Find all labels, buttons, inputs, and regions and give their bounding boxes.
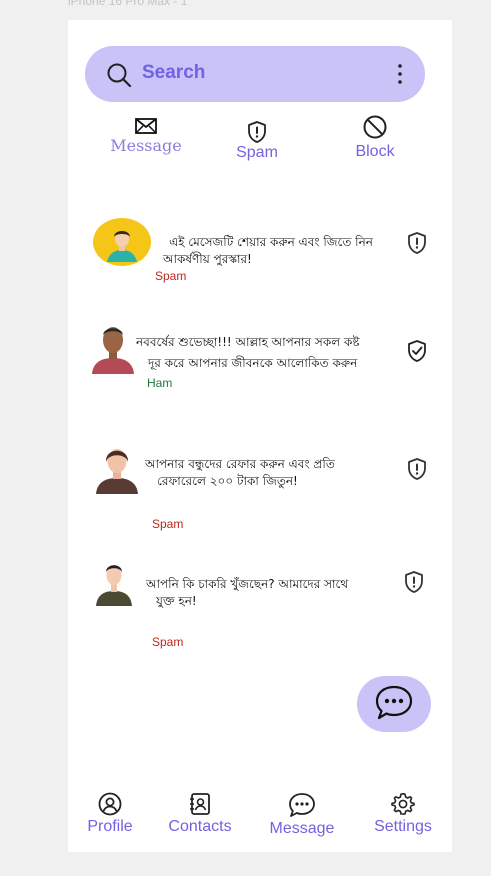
shield-alert-icon[interactable] [403, 570, 425, 594]
nav-settings[interactable]: Settings [370, 792, 436, 836]
search-icon [107, 63, 132, 88]
chat-bubble-icon [375, 685, 413, 720]
profile-icon [98, 792, 122, 816]
message-text-line-1: আপনার বন্ধুদের রেফার করুন এবং প্রতি [145, 457, 335, 471]
message-text-line-2: রেফারেলে ২০০ টাকা জিতুন! [157, 474, 298, 488]
nav-message-label: Message [269, 820, 335, 837]
frame-label: iPhone 16 Pro Max - 1 [68, 0, 188, 8]
avatar [93, 218, 151, 266]
status-badge: Spam [152, 635, 184, 649]
nav-profile-label: Profile [87, 818, 133, 835]
list-item[interactable]: আপনি কি চাকরি খুঁজছেন? আমাদের সাথে যুক্ত… [68, 560, 452, 649]
message-text-line-2: দূর করে আপনার জীবনকে আলোকিত করুন [148, 356, 358, 370]
nav-message[interactable]: Message [267, 792, 337, 838]
filter-message[interactable]: Message [106, 116, 186, 155]
filter-block-label: Block [355, 143, 395, 160]
envelope-icon [135, 118, 157, 134]
avatar [96, 449, 138, 494]
new-message-button[interactable] [357, 676, 431, 732]
status-badge: Ham [147, 376, 173, 390]
shield-check-icon[interactable] [406, 339, 428, 363]
contacts-icon [190, 793, 210, 815]
message-text: আপনি কি চাকরি খুঁজছেন? আমাদের সাথে যুক্ত… [146, 576, 380, 610]
message-text: এই মেসেজটি শেয়ার করুন এবং জিতে নিন আকর্… [153, 234, 389, 268]
message-text-line-1: আপনি কি চাকরি খুঁজছেন? আমাদের সাথে [146, 577, 349, 591]
block-icon [363, 115, 387, 139]
avatar [92, 327, 134, 374]
status-badge: Spam [155, 269, 187, 283]
list-item[interactable]: আপনার বন্ধুদের রেফার করুন এবং প্রতি রেফা… [68, 442, 452, 531]
gear-icon [391, 793, 415, 815]
filter-spam[interactable]: Spam [223, 120, 291, 162]
nav-settings-label: Settings [374, 818, 432, 835]
chat-icon [289, 793, 315, 817]
message-text-line-2: আকর্ষণীয় পুরস্কার! [163, 252, 252, 266]
shield-alert-icon[interactable] [406, 457, 428, 481]
message-text-line-1: নববর্ষের শুভেচ্ছা!!! আল্লাহ আপনার সকল কষ… [136, 335, 360, 349]
filter-message-label: Message [110, 136, 182, 155]
shield-alert-icon[interactable] [406, 231, 428, 255]
filter-spam-label: Spam [236, 144, 278, 161]
nav-profile[interactable]: Profile [84, 792, 136, 836]
nav-contacts-label: Contacts [168, 818, 232, 835]
list-item[interactable]: এই মেসেজটি শেয়ার করুন এবং জিতে নিন আকর্… [68, 216, 452, 286]
search-bar[interactable]: Search [85, 46, 425, 102]
search-input[interactable]: Search [142, 62, 205, 84]
message-text: আপনার বন্ধুদের রেফার করুন এবং প্রতি রেফা… [145, 456, 371, 490]
nav-contacts[interactable]: Contacts [164, 792, 236, 836]
phone-screen: Search Message Spam Block এই মেসেজটি শেয… [68, 20, 452, 852]
shield-alert-icon [248, 121, 266, 143]
message-text: নববর্ষের শুভেচ্ছা!!! আল্লাহ আপনার সকল কষ… [136, 334, 394, 372]
status-badge: Spam [152, 517, 184, 531]
message-text-line-1: এই মেসেজটি শেয়ার করুন এবং জিতে নিন [169, 235, 373, 249]
list-item[interactable]: নববর্ষের শুভেচ্ছা!!! আল্লাহ আপনার সকল কষ… [68, 322, 452, 402]
message-text-line-2: যুক্ত হন! [156, 594, 197, 608]
avatar [96, 565, 132, 606]
filter-block[interactable]: Block [340, 114, 410, 161]
more-vertical-icon[interactable] [393, 63, 407, 85]
